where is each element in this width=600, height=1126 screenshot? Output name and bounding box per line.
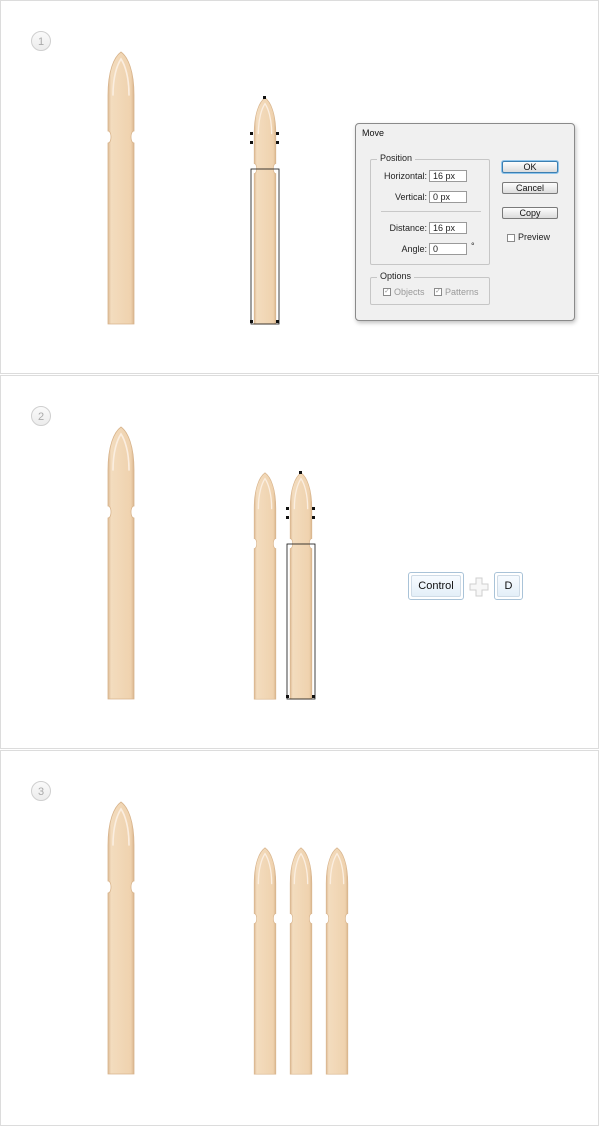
picket-copy-2[interactable]	[287, 847, 315, 1075]
horizontal-field[interactable]: 16 px	[429, 170, 467, 182]
dialog-title: Move	[362, 128, 385, 138]
d-key: D	[494, 572, 523, 600]
objects-label: Objects	[394, 287, 425, 297]
angle-field[interactable]: 0	[429, 243, 467, 255]
position-legend: Position	[377, 153, 416, 163]
cancel-button[interactable]: Cancel	[502, 182, 558, 194]
original-picket[interactable]	[107, 426, 135, 700]
original-picket[interactable]	[107, 801, 135, 1075]
horizontal-label: Horizontal:	[383, 171, 427, 181]
angle-unit: °	[471, 241, 475, 251]
control-key: Control	[408, 572, 464, 600]
selected-picket[interactable]	[286, 471, 316, 700]
step-3-badge: 3	[31, 781, 51, 801]
distance-field[interactable]: 16 px	[429, 222, 467, 234]
copied-picket[interactable]	[251, 472, 279, 700]
preview-checkbox[interactable]	[507, 234, 515, 242]
patterns-label: Patterns	[445, 287, 479, 297]
preview-label: Preview	[518, 232, 551, 242]
step-1-panel: 1 Move Position Horizontal: 16 px Vertic…	[0, 0, 599, 374]
control-key-label: Control	[411, 575, 461, 597]
vertical-label: Vertical:	[394, 192, 427, 202]
plus-icon	[469, 577, 489, 597]
position-group: Position Horizontal: 16 px Vertical: 0 p…	[370, 153, 490, 265]
vertical-field[interactable]: 0 px	[429, 191, 467, 203]
step-1-badge: 1	[31, 31, 51, 51]
step-2-badge: 2	[31, 406, 51, 426]
copy-button[interactable]: Copy	[502, 207, 558, 219]
ok-button[interactable]: OK	[502, 161, 558, 173]
selected-picket[interactable]	[250, 96, 280, 325]
options-group: Options ✓ Objects ✓ Patterns	[370, 271, 490, 305]
objects-checkbox[interactable]: ✓	[383, 288, 391, 296]
options-legend: Options	[377, 271, 415, 281]
move-dialog: Move Position Horizontal: 16 px Vertical…	[355, 123, 575, 321]
step-3-panel: 3	[0, 750, 599, 1126]
distance-label: Distance:	[389, 223, 427, 233]
picket-copy-1[interactable]	[251, 847, 279, 1075]
position-divider	[381, 211, 481, 212]
step-2-panel: 2 Control D	[0, 375, 599, 749]
original-picket[interactable]	[107, 51, 135, 325]
picket-copy-3[interactable]	[323, 847, 351, 1075]
patterns-checkbox[interactable]: ✓	[434, 288, 442, 296]
angle-label: Angle:	[401, 244, 427, 254]
d-key-label: D	[497, 575, 520, 597]
